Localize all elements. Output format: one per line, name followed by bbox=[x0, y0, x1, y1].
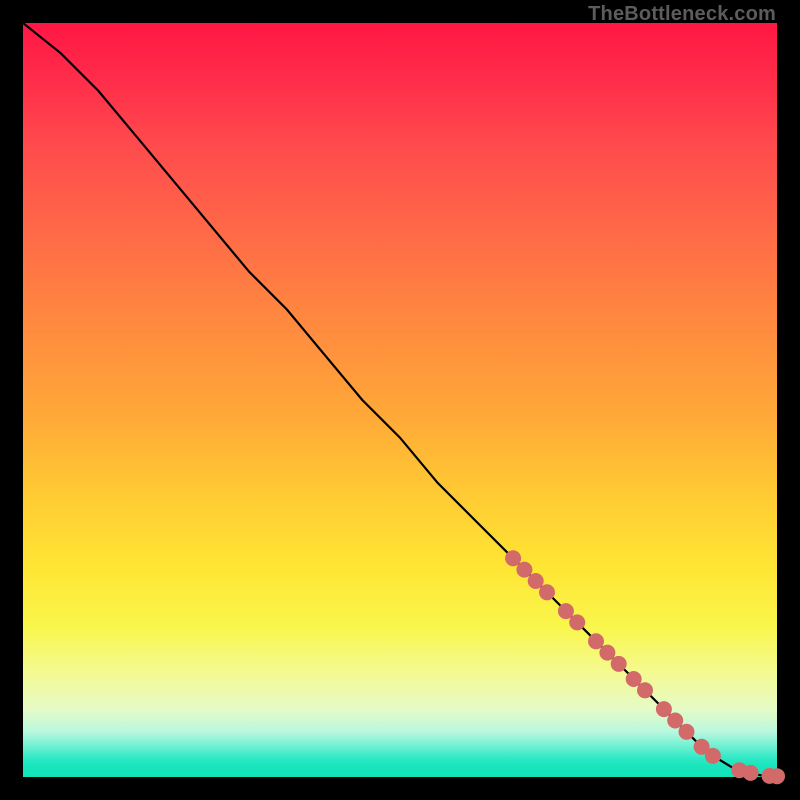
bottleneck-curve-line bbox=[23, 23, 777, 776]
data-marker bbox=[611, 656, 627, 672]
data-marker bbox=[679, 724, 695, 740]
data-marker bbox=[558, 603, 574, 619]
watermark-text: TheBottleneck.com bbox=[588, 3, 776, 26]
data-marker bbox=[637, 682, 653, 698]
data-marker bbox=[656, 701, 672, 717]
data-marker bbox=[599, 645, 615, 661]
data-marker bbox=[539, 584, 555, 600]
data-marker bbox=[588, 633, 604, 649]
chart-svg bbox=[23, 23, 777, 777]
plot-area bbox=[23, 23, 777, 777]
data-marker bbox=[626, 671, 642, 687]
marker-group bbox=[505, 550, 785, 784]
data-marker bbox=[516, 562, 532, 578]
data-marker bbox=[505, 550, 521, 566]
data-marker bbox=[769, 768, 785, 784]
data-marker bbox=[569, 614, 585, 630]
data-marker bbox=[743, 765, 759, 781]
chart-frame: TheBottleneck.com bbox=[0, 0, 800, 800]
data-marker bbox=[528, 573, 544, 589]
data-marker bbox=[705, 748, 721, 764]
data-marker bbox=[667, 713, 683, 729]
